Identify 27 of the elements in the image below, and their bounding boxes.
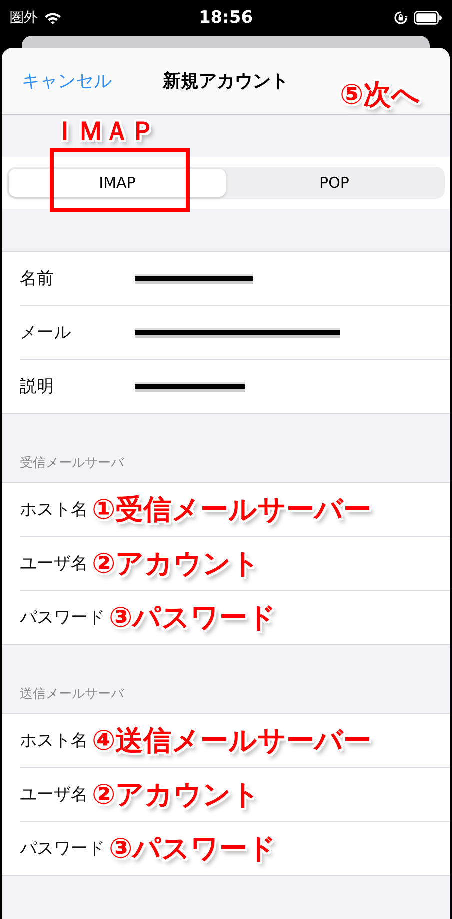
- annotation-text: ①受信メールサーバー: [92, 492, 372, 528]
- annotation-text: ④送信メールサーバー: [92, 722, 372, 758]
- annotation-text: ②アカウント: [92, 546, 261, 582]
- protocol-tab[interactable]: IMAP: [9, 169, 226, 197]
- screen-title: 新規アカウント: [162, 70, 290, 93]
- field-label: パスワード: [20, 607, 105, 629]
- annotation-text: ③パスワード: [109, 600, 277, 636]
- rotation-lock-icon: [394, 11, 408, 25]
- clock-text: 18:56: [198, 8, 254, 28]
- section-header: 送信メールサーバ: [19, 686, 126, 704]
- wifi-icon: [44, 12, 62, 24]
- annotation-text: ＩＭＡＰ: [52, 116, 156, 149]
- field-label: 名前: [20, 268, 55, 290]
- annotation-text: ③パスワード: [109, 830, 277, 866]
- field-label: ユーザ名: [20, 553, 88, 575]
- field-label: パスワード: [20, 838, 105, 860]
- annotation-text: ②アカウント: [92, 776, 261, 812]
- carrier-text: 圏外: [10, 9, 38, 27]
- battery-icon: [414, 11, 442, 25]
- annotation-text: ⑤次へ: [340, 77, 421, 113]
- field-label: ホスト名: [20, 499, 88, 521]
- field-label: ユーザ名: [20, 784, 88, 806]
- section-header: 受信メールサーバ: [19, 455, 126, 473]
- field-label: メール: [20, 322, 72, 344]
- field-label: ホスト名: [20, 730, 88, 752]
- protocol-tab[interactable]: POP: [226, 169, 443, 197]
- field-label: 説明: [20, 376, 55, 398]
